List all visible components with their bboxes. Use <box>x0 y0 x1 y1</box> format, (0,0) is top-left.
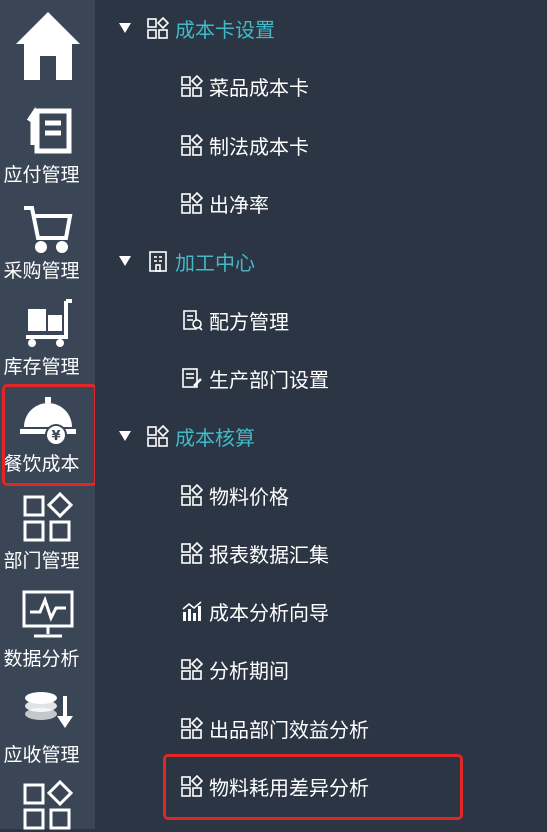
tree-group-cost-accounting[interactable]: 成本核算 <box>119 419 255 453</box>
tree-item-label: 物料价格 <box>209 484 289 509</box>
grid-diamond-icon <box>181 717 203 739</box>
rail-item-payable[interactable]: 应付管理 <box>0 100 95 192</box>
tree-item-net-yield[interactable]: 出净率 <box>181 186 269 220</box>
tree-item-recipe-management[interactable]: 配方管理 <box>181 303 289 337</box>
caret-down-icon[interactable] <box>119 431 131 441</box>
rail-label-receivable: 应收管理 <box>3 744 80 766</box>
building-icon <box>147 250 169 272</box>
rail-label-department: 部门管理 <box>3 550 80 572</box>
tree-item-method-cost-card[interactable]: 制法成本卡 <box>181 128 309 162</box>
tree-item-label: 分析期间 <box>209 658 289 683</box>
tree-item-label: 菜品成本卡 <box>209 75 309 100</box>
tree-item-label: 生产部门设置 <box>209 367 329 392</box>
grid-diamond-icon <box>0 780 95 832</box>
tree-group-label: 成本核算 <box>175 425 255 450</box>
shopping-cart-icon <box>0 204 95 254</box>
inventory-cart-icon <box>0 297 95 349</box>
menu-tree: 成本卡设置 菜品成本卡 制法成本卡 出净率 加工中心 配方管理 生产部门设置 成… <box>95 0 547 829</box>
tree-item-report-data-collection[interactable]: 报表数据汇集 <box>181 536 329 570</box>
grid-diamond-icon <box>0 492 95 544</box>
caret-down-icon[interactable] <box>119 23 131 33</box>
tree-group-cost-card-settings[interactable]: 成本卡设置 <box>119 11 275 45</box>
grid-diamond-icon <box>181 658 203 680</box>
rail-item-inventory[interactable]: 库存管理 <box>0 292 95 384</box>
tree-group-label: 成本卡设置 <box>175 17 275 42</box>
rail-label-data-analysis: 数据分析 <box>3 648 80 670</box>
tree-item-dish-cost-card[interactable]: 菜品成本卡 <box>181 69 309 103</box>
grid-diamond-icon <box>181 192 203 214</box>
rail-item-purchase[interactable]: 采购管理 <box>0 196 95 288</box>
tree-item-material-price[interactable]: 物料价格 <box>181 478 289 512</box>
tree-item-label: 成本分析向导 <box>209 600 329 625</box>
rail-label-inventory: 库存管理 <box>3 356 80 378</box>
rail-label-payable: 应付管理 <box>3 164 80 186</box>
rail-item-more[interactable] <box>0 776 95 832</box>
tree-item-label: 出净率 <box>209 192 269 217</box>
highlight-box-tree <box>163 754 463 820</box>
tree-item-label: 配方管理 <box>209 309 289 334</box>
tree-group-processing-center[interactable]: 加工中心 <box>119 244 255 278</box>
grid-diamond-icon <box>181 484 203 506</box>
grid-diamond-icon <box>147 425 169 447</box>
tree-item-label: 制法成本卡 <box>209 134 309 159</box>
monitor-chart-icon <box>0 588 95 640</box>
bar-chart-icon <box>181 600 203 622</box>
home-icon <box>0 10 95 82</box>
rail-item-data-analysis[interactable]: 数据分析 <box>0 586 95 678</box>
tree-item-analysis-period[interactable]: 分析期间 <box>181 652 289 686</box>
caret-down-icon[interactable] <box>119 256 131 266</box>
grid-diamond-icon <box>147 17 169 39</box>
sidebar-rail: 应付管理 采购管理 库存管理 ¥ 餐饮成本 部门管理 数据分析 应收管理 <box>0 0 97 832</box>
grid-diamond-icon <box>181 75 203 97</box>
grid-diamond-icon <box>181 134 203 156</box>
doc-edit-icon <box>181 367 203 389</box>
rail-item-home[interactable] <box>0 0 95 95</box>
tree-item-outlet-benefit-analysis[interactable]: 出品部门效益分析 <box>181 711 369 745</box>
grid-diamond-icon <box>181 542 203 564</box>
rail-item-department[interactable]: 部门管理 <box>0 490 95 582</box>
tree-item-production-dept-settings[interactable]: 生产部门设置 <box>181 361 329 395</box>
highlight-box-rail <box>2 384 97 486</box>
rail-item-receivable[interactable]: 应收管理 <box>0 684 95 776</box>
coins-arrow-icon <box>0 686 95 736</box>
recipe-doc-icon <box>181 309 203 331</box>
payable-list-icon <box>0 105 95 155</box>
tree-group-label: 加工中心 <box>175 250 255 275</box>
tree-item-label: 出品部门效益分析 <box>209 717 369 742</box>
tree-item-label: 报表数据汇集 <box>209 542 329 567</box>
rail-label-purchase: 采购管理 <box>3 260 80 282</box>
tree-item-cost-analysis-wizard[interactable]: 成本分析向导 <box>181 594 329 628</box>
